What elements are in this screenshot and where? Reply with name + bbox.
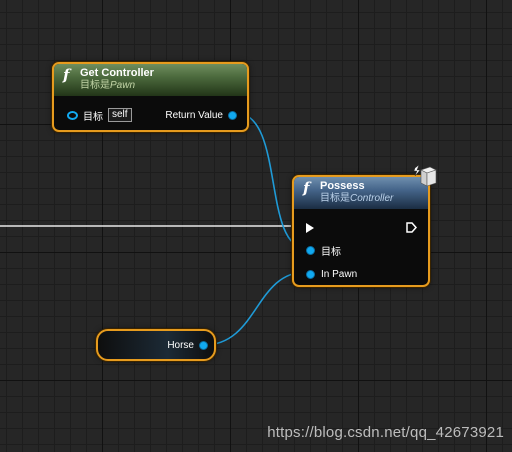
return-value-label: Return Value [165,109,223,121]
exec-input-pin[interactable] [306,223,314,233]
horse-variable-label: Horse [167,339,194,351]
target-pin-row[interactable]: 目标 self [67,108,132,123]
node-title: Possess [320,180,365,192]
target-pin-label: 目标 [83,111,103,123]
node-subtitle: 目标是Controller [320,193,420,205]
network-cube-icon [413,164,437,187]
return-value-pin-row[interactable]: Return Value [165,108,237,122]
subtitle-target-label: 目标是 [80,80,110,91]
watermark-url: https://blog.csdn.net/qq_42673921 [267,424,504,441]
target-pin-row[interactable]: 目标 [306,243,341,258]
node-title: Get Controller [80,67,154,79]
horse-pin-row[interactable]: Horse [167,338,208,352]
subtitle-class: Controller [350,193,394,204]
target-pin-label: 目标 [321,246,341,258]
in-pawn-label: In Pawn [321,268,358,280]
target-input-pin[interactable] [306,245,315,255]
possess-header[interactable]: f Possess 目标是Controller [294,177,428,209]
in-pawn-pin-row[interactable]: In Pawn [306,267,357,281]
target-input-pin[interactable] [67,110,78,120]
horse-output-pin[interactable] [199,340,208,350]
self-default-value[interactable]: self [108,108,132,122]
wire-horse-to-in-pawn[interactable] [203,271,307,346]
get-controller-header[interactable]: f Get Controller 目标是Pawn [54,64,247,96]
subtitle-target-label: 目标是 [320,193,350,204]
get-controller-node[interactable]: f Get Controller 目标是Pawn 目标 self Return … [52,62,249,132]
in-pawn-input-pin[interactable] [306,269,315,279]
function-f-icon: f [303,179,310,197]
possess-node[interactable]: f Possess 目标是Controller 目标 In Pawn [292,175,430,287]
function-f-icon: f [63,66,70,84]
return-value-output-pin[interactable] [228,110,237,120]
exec-output-pin[interactable] [406,222,417,233]
subtitle-class: Pawn [110,80,136,91]
horse-variable-node[interactable]: Horse [96,329,216,361]
node-subtitle: 目标是Pawn [80,80,239,92]
